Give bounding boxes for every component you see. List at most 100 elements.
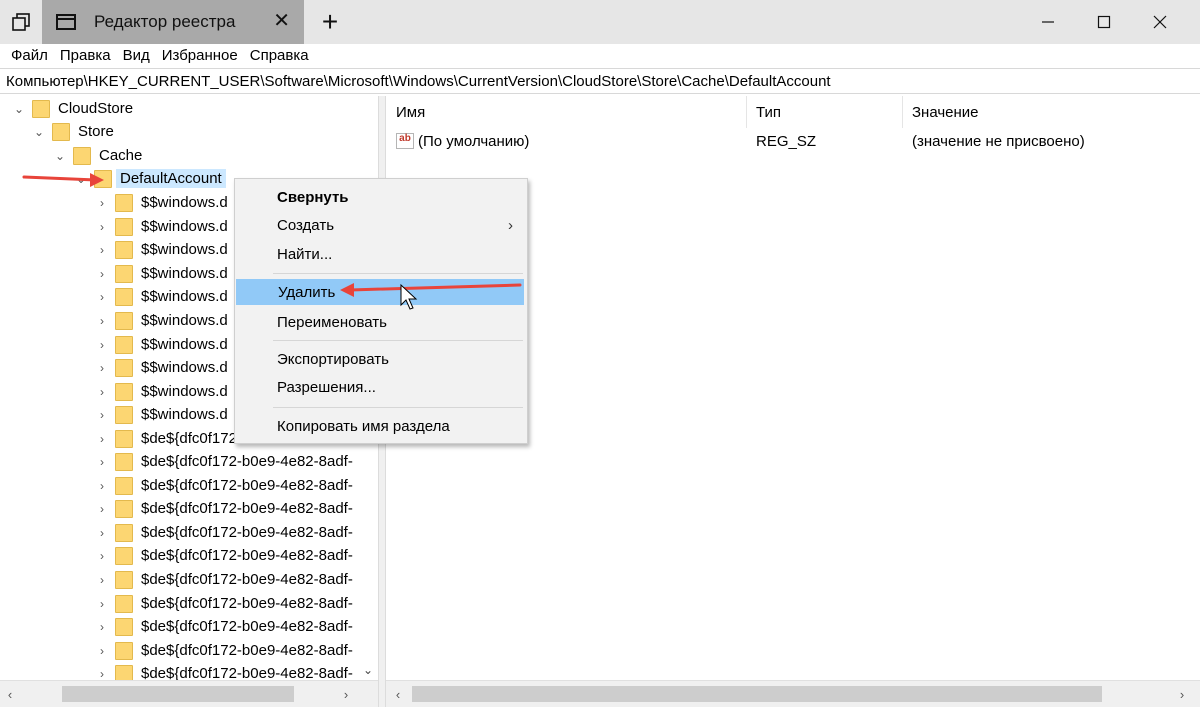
tree-node-defaultaccount[interactable]: ⌄ DefaultAccount — [74, 167, 226, 190]
list-row-default-value[interactable]: ab (По умолчанию) REG_SZ (значение не пр… — [386, 128, 1200, 154]
chevron-down-icon[interactable]: ⌄ — [12, 102, 26, 116]
tree-node-windows[interactable]: › $$windows.d — [95, 380, 228, 403]
chevron-right-icon[interactable]: › — [95, 220, 109, 234]
tree-node-windows[interactable]: › $$windows.d — [95, 356, 228, 379]
tree-node-de[interactable]: › $de${dfc0f172-b0e9-4e82-8adf- — [95, 450, 353, 473]
new-tab-button[interactable]: + — [312, 4, 348, 40]
chevron-right-icon[interactable]: › — [95, 432, 109, 446]
menu-item-create[interactable]: Создать › — [235, 212, 527, 238]
scroll-right-arrow-icon[interactable]: › — [336, 681, 356, 707]
tree-horizontal-scrollbar[interactable]: ‹ › — [0, 680, 378, 707]
close-button[interactable] — [1132, 0, 1188, 44]
tab-title: Редактор реестра — [94, 12, 236, 31]
folder-icon — [115, 264, 133, 283]
tree-node-windows[interactable]: › $$windows.d — [95, 238, 228, 261]
tree-node-label: $de${dfc0f172-b0e9-4e82-8adf- — [141, 453, 353, 470]
menu-view[interactable]: Вид — [120, 47, 159, 64]
tree-node-de[interactable]: › $de${dfc0f172-b0e9-4e82-8adf- — [95, 568, 353, 591]
tab-registry-editor[interactable]: Редактор реестра ✕ — [42, 0, 304, 44]
tree-node-label: $de${dfc0f172-b0e9-4e82-8adf- — [141, 571, 353, 588]
chevron-down-icon[interactable]: ⌄ — [74, 172, 88, 186]
tree-node-windows[interactable]: › $$windows.d — [95, 215, 228, 238]
tree-node-windows[interactable]: › $$windows.d — [95, 262, 228, 285]
chevron-right-icon[interactable]: › — [95, 455, 109, 469]
folder-icon — [115, 193, 133, 212]
menu-item-label: Переименовать — [277, 313, 387, 331]
chevron-right-icon[interactable]: › — [95, 196, 109, 210]
tree-node-de[interactable]: › $de${dfc0f172-b0e9-4e82-8adf- — [95, 615, 353, 638]
minimize-button[interactable] — [1020, 0, 1076, 44]
folder-icon — [115, 523, 133, 542]
tree-node-label: $$windows.d — [141, 288, 228, 305]
chevron-right-icon[interactable]: › — [95, 667, 109, 681]
string-value-icon: ab — [396, 133, 414, 149]
chevron-right-icon[interactable]: › — [95, 502, 109, 516]
chevron-right-icon[interactable]: › — [95, 290, 109, 304]
tree-node-de[interactable]: › $de${dfc0f172-b0e9-4e82-8adf- — [95, 592, 353, 615]
scroll-thumb[interactable] — [412, 686, 1102, 702]
chevron-right-icon[interactable]: › — [95, 385, 109, 399]
column-header-type[interactable]: Тип — [746, 96, 902, 128]
menu-help[interactable]: Справка — [247, 47, 318, 64]
scroll-down-arrow-icon[interactable]: ⌄ — [358, 660, 378, 680]
scroll-left-arrow-icon[interactable]: ‹ — [388, 681, 408, 707]
tree-node-windows[interactable]: › $$windows.d — [95, 191, 228, 214]
menu-edit[interactable]: Правка — [57, 47, 120, 64]
address-bar[interactable]: Компьютер\HKEY_CURRENT_USER\Software\Mic… — [0, 68, 1200, 94]
tree-node-de[interactable]: › $de${dfc0f172-b0e9-4e82-8adf- — [95, 474, 353, 497]
value-type: REG_SZ — [756, 132, 817, 150]
tree-node-cache[interactable]: ⌄ Cache — [53, 144, 142, 167]
menu-item-export[interactable]: Экспортировать — [235, 346, 527, 372]
tree-node-de[interactable]: › $de${dfc0f172-b0e9-4e82-8adf- — [95, 521, 353, 544]
tree-node-de[interactable]: › $de${dfc0f172-b0e9-4e82-8adf- — [95, 497, 353, 520]
chevron-right-icon[interactable]: › — [95, 361, 109, 375]
tree-node-windows[interactable]: › $$windows.d — [95, 333, 228, 356]
menu-item-collapse[interactable]: Свернуть — [235, 184, 527, 210]
sets-button[interactable] — [0, 0, 42, 44]
menu-item-rename[interactable]: Переименовать — [235, 309, 527, 335]
tree-node-windows[interactable]: › $$windows.d — [95, 309, 228, 332]
list-horizontal-scrollbar[interactable]: ‹ › — [386, 680, 1200, 707]
chevron-right-icon[interactable]: › — [95, 620, 109, 634]
folder-icon — [115, 499, 133, 518]
folder-icon — [115, 546, 133, 565]
tree-node-label: $$windows.d — [141, 241, 228, 258]
scroll-left-arrow-icon[interactable]: ‹ — [0, 681, 20, 707]
tree-node-cloudstore[interactable]: ⌄ CloudStore — [12, 97, 133, 120]
chevron-right-icon[interactable]: › — [95, 597, 109, 611]
maximize-button[interactable] — [1076, 0, 1132, 44]
folder-icon — [115, 570, 133, 589]
menu-item-find[interactable]: Найти... — [235, 241, 527, 267]
chevron-right-icon[interactable]: › — [95, 479, 109, 493]
chevron-right-icon[interactable]: › — [95, 338, 109, 352]
chevron-right-icon[interactable]: › — [95, 526, 109, 540]
chevron-right-icon[interactable]: › — [95, 408, 109, 422]
tab-close-icon[interactable]: ✕ — [273, 11, 290, 31]
menu-favorites[interactable]: Избранное — [159, 47, 247, 64]
chevron-right-icon[interactable]: › — [95, 243, 109, 257]
folder-icon — [115, 335, 133, 354]
chevron-right-icon[interactable]: › — [95, 573, 109, 587]
chevron-right-icon[interactable]: › — [95, 549, 109, 563]
chevron-right-icon[interactable]: › — [95, 644, 109, 658]
scroll-thumb[interactable] — [62, 686, 294, 702]
menu-item-copy-key-name[interactable]: Копировать имя раздела — [235, 413, 527, 439]
chevron-right-icon[interactable]: › — [95, 314, 109, 328]
menu-file[interactable]: Файл — [8, 47, 57, 64]
column-header-name[interactable]: Имя — [386, 96, 746, 128]
tree-node-store[interactable]: ⌄ Store — [32, 120, 114, 143]
chevron-down-icon[interactable]: ⌄ — [32, 125, 46, 139]
column-header-value[interactable]: Значение — [902, 96, 1200, 128]
tree-node-de[interactable]: › $de${dfc0f172 — [95, 427, 237, 450]
tree-node-windows[interactable]: › $$windows.d — [95, 285, 228, 308]
address-path: Компьютер\HKEY_CURRENT_USER\Software\Mic… — [6, 72, 831, 90]
tree-node-de[interactable]: › $de${dfc0f172-b0e9-4e82-8adf- — [95, 639, 353, 662]
menu-item-permissions[interactable]: Разрешения... — [235, 374, 527, 400]
chevron-right-icon[interactable]: › — [95, 267, 109, 281]
chevron-down-icon[interactable]: ⌄ — [53, 149, 67, 163]
scroll-right-arrow-icon[interactable]: › — [1172, 681, 1192, 707]
folder-icon — [115, 405, 133, 424]
menu-item-delete[interactable]: Удалить — [236, 279, 524, 305]
tree-node-de[interactable]: › $de${dfc0f172-b0e9-4e82-8adf- — [95, 544, 353, 567]
tree-node-windows[interactable]: › $$windows.d — [95, 403, 228, 426]
